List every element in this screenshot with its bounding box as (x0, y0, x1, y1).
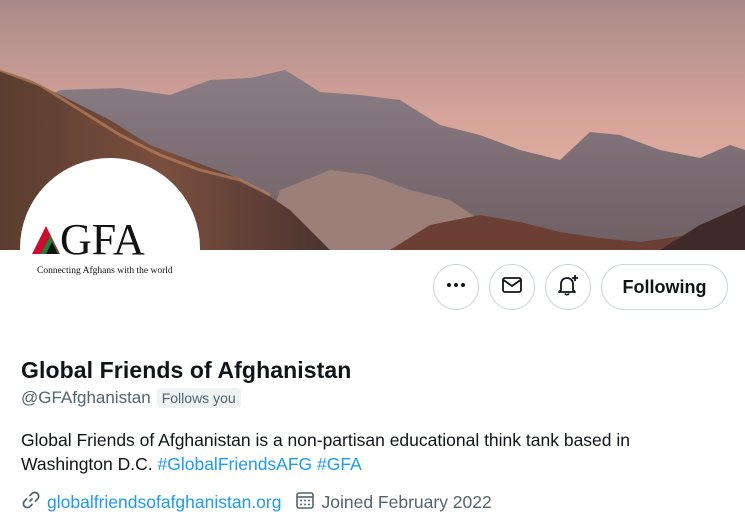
joined-date: Joined February 2022 (321, 492, 492, 512)
calendar-icon (295, 490, 315, 515)
hashtag-link[interactable]: #GFA (317, 454, 362, 474)
more-horizontal-icon (445, 274, 467, 301)
handle-row: @GFAfghanistan Follows you (21, 388, 241, 408)
following-button[interactable]: Following (601, 264, 728, 310)
avatar-logo-text: GFA (60, 215, 145, 264)
profile-handle: @GFAfghanistan (21, 388, 151, 407)
message-button[interactable] (489, 264, 535, 310)
website-item: globalfriendsofafghanistan.org (21, 490, 281, 515)
profile-actions: Following (433, 264, 728, 310)
website-link[interactable]: globalfriendsofafghanistan.org (47, 492, 281, 513)
hashtag-link[interactable]: #GlobalFriendsAFG (158, 454, 313, 474)
notifications-button[interactable] (545, 264, 591, 310)
joined-item: Joined February 2022 (295, 490, 492, 515)
avatar-tagline: Connecting Afghans with the world (37, 265, 173, 276)
profile-bio: Global Friends of Afghanistan is a non-p… (21, 428, 721, 476)
link-icon (21, 490, 41, 515)
follows-you-badge: Follows you (156, 388, 241, 408)
bell-plus-icon (556, 273, 580, 302)
profile-avatar[interactable]: GFA Connecting Afghans with the world (20, 158, 200, 338)
envelope-icon (501, 274, 523, 301)
profile-display-name: Global Friends of Afghanistan (21, 357, 352, 383)
profile-meta: globalfriendsofafghanistan.org Joined Fe… (21, 490, 506, 515)
more-button[interactable] (433, 264, 479, 310)
